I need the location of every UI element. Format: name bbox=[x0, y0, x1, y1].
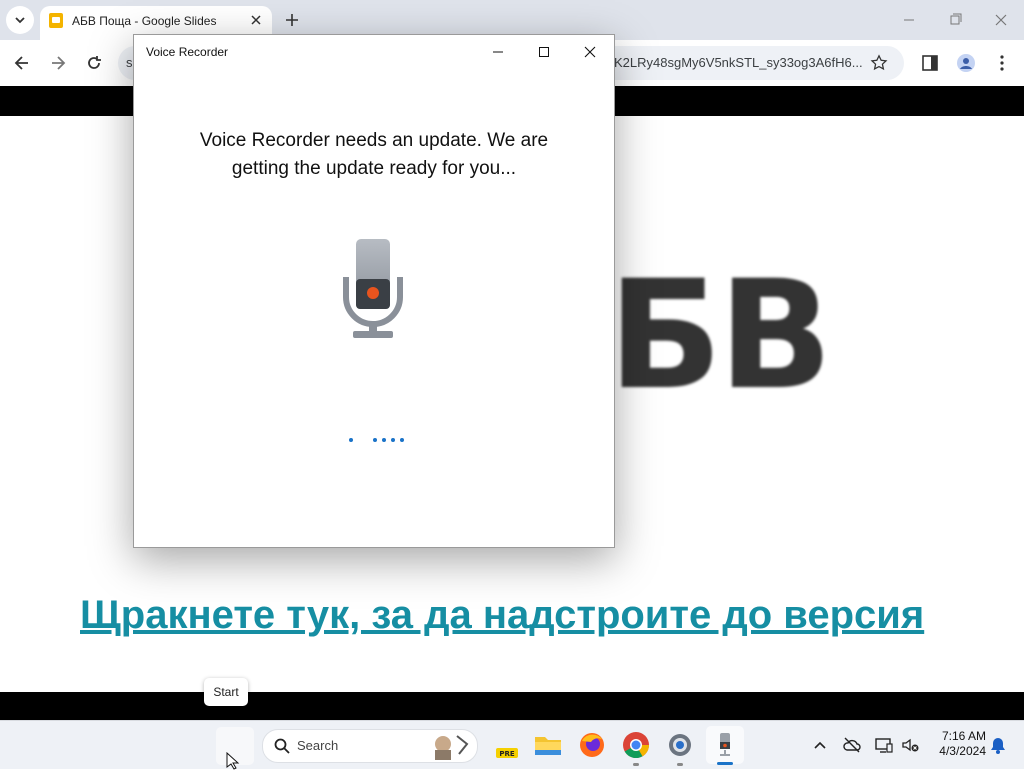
minimize-icon[interactable] bbox=[478, 39, 518, 65]
taskbar-search[interactable]: Search bbox=[262, 729, 478, 763]
close-window-icon[interactable] bbox=[986, 8, 1016, 32]
url-text: K2LRy48sgMy6V5nkSTL_sy33og3A6fH6... bbox=[614, 55, 863, 70]
reload-icon[interactable] bbox=[84, 53, 104, 73]
system-clock[interactable]: 7:16 AM 4/3/2024 bbox=[926, 729, 986, 759]
clock-time: 7:16 AM bbox=[941, 729, 986, 743]
chrome-icon bbox=[623, 732, 650, 759]
volume-muted-icon[interactable] bbox=[900, 735, 920, 755]
file-explorer-icon bbox=[535, 737, 561, 755]
taskbar: Search PRE 7:16 AM 4/3/2024 bbox=[0, 720, 1024, 769]
close-icon[interactable] bbox=[248, 12, 264, 28]
update-message: Voice Recorder needs an update. We are g… bbox=[199, 130, 549, 179]
star-icon[interactable] bbox=[870, 54, 888, 72]
minimize-icon[interactable] bbox=[894, 8, 924, 32]
menu-icon[interactable] bbox=[992, 53, 1012, 73]
search-placeholder: Search bbox=[297, 738, 339, 753]
slides-favicon bbox=[49, 13, 63, 28]
forward-icon[interactable] bbox=[48, 53, 68, 73]
pre-badge: PRE bbox=[499, 750, 515, 758]
tab-search-button[interactable] bbox=[6, 6, 34, 34]
search-icon bbox=[274, 738, 290, 754]
taskbar-firefox[interactable] bbox=[576, 729, 608, 761]
cloud-off-icon[interactable] bbox=[842, 735, 862, 755]
taskbar-chrome[interactable] bbox=[620, 729, 652, 766]
search-highlight-icon bbox=[435, 735, 469, 760]
maximize-icon[interactable] bbox=[524, 39, 564, 65]
mouse-cursor-icon bbox=[226, 752, 240, 770]
plus-icon[interactable] bbox=[282, 10, 302, 30]
tab-dropdown-icon bbox=[15, 17, 25, 24]
side-panel-icon[interactable] bbox=[920, 53, 940, 73]
active-indicator bbox=[717, 762, 733, 765]
microphone-icon bbox=[343, 239, 403, 338]
slide-bottom-bar bbox=[0, 692, 1024, 720]
running-indicator bbox=[677, 763, 683, 766]
running-indicator bbox=[633, 763, 639, 766]
profile-icon[interactable] bbox=[956, 53, 976, 73]
close-icon[interactable] bbox=[570, 39, 610, 65]
loading-dots bbox=[349, 438, 404, 442]
url-prefix: s bbox=[126, 55, 133, 70]
tab-title: АБВ Поща - Google Slides bbox=[72, 14, 217, 28]
start-tooltip: Start bbox=[204, 678, 248, 706]
taskbar-file-explorer[interactable] bbox=[532, 729, 564, 761]
chevron-up-icon[interactable] bbox=[810, 735, 830, 755]
clock-date: 4/3/2024 bbox=[939, 744, 986, 758]
voice-recorder-icon bbox=[720, 733, 730, 756]
taskbar-settings[interactable] bbox=[664, 729, 696, 766]
widgets-icon: PRE bbox=[496, 748, 518, 758]
upgrade-link[interactable]: Щракнете тук, за да надстроите до версия bbox=[80, 593, 924, 638]
slide-large-text: БВ bbox=[608, 249, 833, 423]
firefox-icon bbox=[580, 733, 604, 757]
taskbar-voice-recorder[interactable] bbox=[706, 726, 744, 765]
settings-icon bbox=[669, 734, 691, 756]
restore-icon[interactable] bbox=[940, 8, 970, 32]
window-title: Voice Recorder bbox=[146, 45, 229, 59]
display-icon[interactable] bbox=[874, 735, 894, 755]
back-icon[interactable] bbox=[12, 53, 32, 73]
widgets-button[interactable]: PRE bbox=[494, 729, 526, 761]
voice-recorder-window: Voice Recorder Voice Recorder needs an u… bbox=[133, 34, 615, 548]
notification-bell-icon[interactable] bbox=[988, 735, 1008, 755]
